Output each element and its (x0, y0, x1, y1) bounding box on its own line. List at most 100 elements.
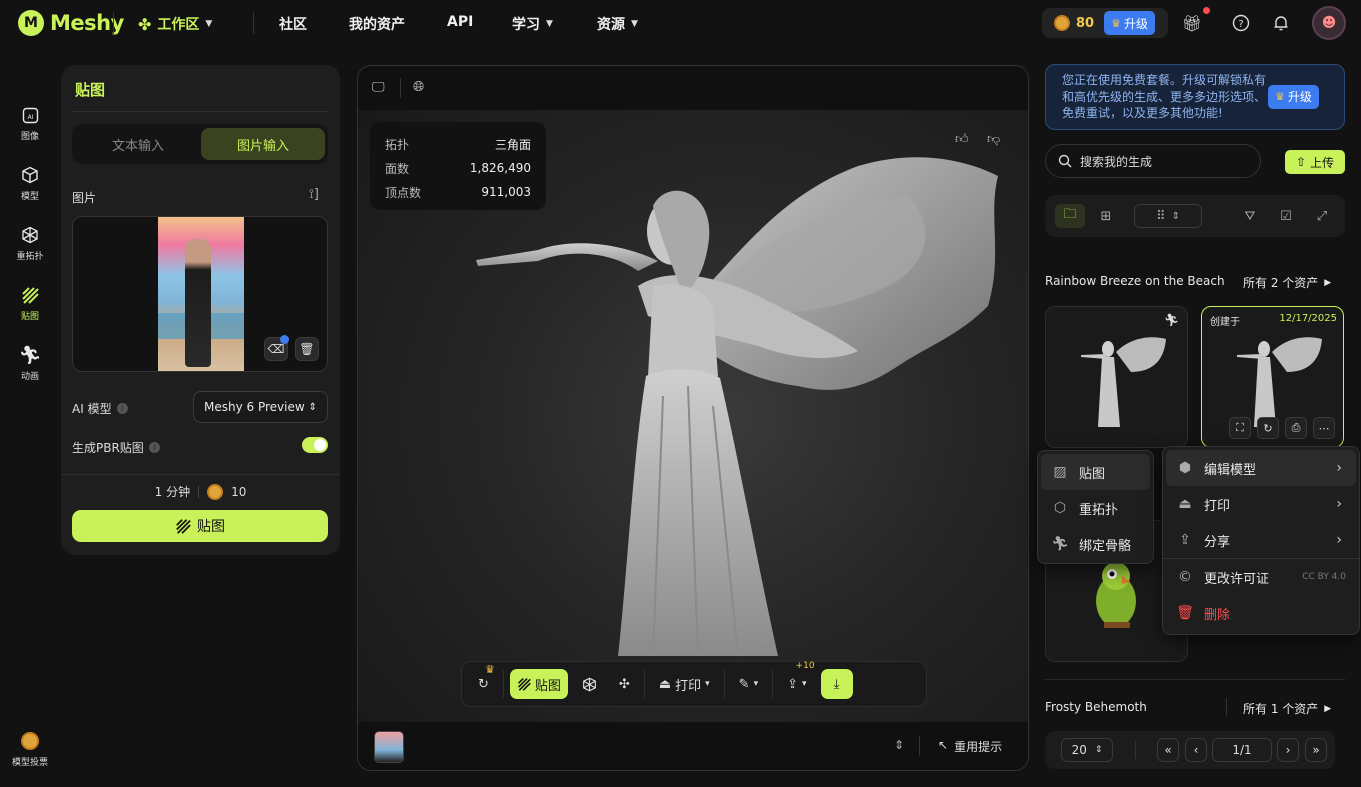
density-select[interactable]: ⠿ ⇕ (1134, 204, 1202, 228)
rig-icon: ✣ (618, 676, 630, 692)
page-indicator[interactable]: 1/1 (1212, 738, 1272, 762)
info-icon[interactable]: i (148, 442, 160, 453)
chevron-down-icon: ▼ (631, 19, 638, 29)
checkbox-icon: ☑ (1280, 208, 1292, 224)
filter-button[interactable]: ⛛ (1239, 204, 1261, 228)
rail-item-animation[interactable]: 🏃︎ 动画 (0, 344, 60, 383)
upgrade-button[interactable]: ♛ 升级 (1104, 11, 1155, 35)
nav-workspace[interactable]: ✤ 工作区 ▼ (138, 14, 212, 34)
menu-item-print[interactable]: ⏏ 打印 › (1166, 486, 1356, 522)
banner-upgrade-button[interactable]: ♛ 升级 (1268, 85, 1319, 109)
rail-item-model[interactable]: 模型 (0, 164, 60, 202)
asset-context-menu: ⬢ 编辑模型 › ⏏ 打印 › ⇪ 分享 › © 更改许可证 CC BY 4.0… (1162, 446, 1360, 635)
refresh-icon[interactable]: ↻ (1257, 417, 1279, 439)
gift-icon[interactable]: 🎁︎ (1182, 13, 1202, 33)
crown-icon: ♛ (485, 663, 495, 676)
next-page-button[interactable]: › (1277, 738, 1299, 762)
created-label: 创建于 (1210, 317, 1240, 328)
toolbar-print-button[interactable]: ⏏ 打印 ▾ (651, 669, 718, 699)
group-all-assets-link[interactable]: 所有 2 个资产 ▶ (1243, 274, 1331, 291)
prompt-thumbnail[interactable] (374, 731, 404, 763)
help-icon[interactable]: ? (1231, 13, 1251, 33)
select-button[interactable]: ☑ (1275, 204, 1297, 228)
page-size-select[interactable]: 20 ⇕ (1061, 738, 1113, 762)
user-avatar[interactable]: ☻ (1312, 6, 1346, 40)
premium-badge (280, 335, 289, 344)
rail-item-retopology[interactable]: 重拓扑 (0, 224, 60, 262)
stat-row: 拓扑 三角面 (385, 132, 531, 156)
meshy-logo[interactable]: M Meshy (18, 10, 124, 36)
more-icon[interactable]: ⋯ (1313, 417, 1335, 439)
toolbar-texture-button[interactable]: 贴图 (509, 669, 568, 699)
menu-item-share[interactable]: ⇪ 分享 › (1166, 522, 1356, 558)
chevron-updown-icon[interactable]: ⇕ (894, 738, 904, 752)
menu-item-edit-model[interactable]: ⬢ 编辑模型 › (1166, 450, 1356, 486)
caret-right-icon: ▶ (1324, 277, 1332, 288)
toolbar-retopology-button[interactable] (574, 669, 605, 699)
pbr-toggle[interactable] (302, 437, 328, 453)
tab-text-input[interactable]: 文本输入 (76, 128, 200, 160)
license-icon: © (1178, 569, 1192, 585)
upload-button[interactable]: ⇧ 上传 (1285, 150, 1345, 174)
thumbs-up-icon[interactable]: 👍︎ (955, 132, 969, 147)
thumbs-down-icon[interactable]: 👎︎ (987, 132, 1000, 147)
group-all-assets-link[interactable]: 所有 1 个资产 ▶ (1243, 700, 1331, 717)
download-button[interactable]: ⤓ (820, 669, 853, 699)
nav-api[interactable]: API (447, 14, 473, 30)
rig-icon[interactable]: ⛶ (1229, 417, 1251, 439)
submenu-item-retopology[interactable]: ⬡ 重拓扑 (1041, 490, 1150, 526)
toolbar-brush-button[interactable]: ✎ ▾ (731, 669, 766, 699)
texture-icon: ▨ (1053, 464, 1067, 480)
ai-model-label-text: AI 模型 (72, 402, 112, 416)
last-page-button[interactable]: » (1305, 738, 1327, 762)
fit-icon[interactable]: ⟟] (309, 187, 319, 202)
globe-icon[interactable]: 🌐︎ (413, 79, 424, 95)
info-icon[interactable]: i (116, 403, 128, 414)
asset-card-selected[interactable]: 创建于 12/17/2025 ⛶ ↻ ⎙ ⋯ (1201, 306, 1344, 448)
submenu-item-rig[interactable]: 🏃︎ 绑定骨骼 (1041, 526, 1150, 562)
submenu-item-texture[interactable]: ▨ 贴图 (1041, 454, 1150, 490)
chevron-right-icon: › (1336, 460, 1342, 476)
toolbar-share-button[interactable]: ⇪ ▾ +10 (779, 661, 814, 699)
nav-learn[interactable]: 学习 ▼ (512, 14, 553, 34)
viewer-topbar: 🖵 🌐︎ (358, 66, 1028, 110)
share-icon: ⇪ (787, 676, 799, 692)
rail-item-vote[interactable]: 模型投票 (0, 730, 60, 768)
rail-item-image[interactable]: AI 图像 (0, 104, 60, 142)
grid-view-button[interactable]: ⊞ (1095, 204, 1117, 228)
reuse-prompt-label: 重用提示 (954, 740, 1003, 754)
retopology-icon: ⬡ (1053, 500, 1067, 516)
folder-view-button[interactable]: 🗀 (1055, 204, 1085, 228)
expand-button[interactable]: ⤢ (1311, 204, 1333, 228)
monitor-icon[interactable]: 🖵 (372, 80, 385, 95)
bell-icon[interactable] (1271, 13, 1291, 33)
generate-label: 贴图 (197, 519, 225, 535)
toolbar-rig-button[interactable]: ✣ (611, 669, 638, 699)
ai-model-select[interactable]: Meshy 6 Preview ⇕ (193, 391, 328, 423)
generate-texture-button[interactable]: 贴图 (72, 510, 328, 542)
credits-widget[interactable]: 80 ♛ 升级 (1042, 8, 1168, 38)
trash-icon[interactable]: 🗑︎ (295, 337, 319, 361)
nav-community[interactable]: 社区 (279, 14, 307, 34)
menu-item-delete[interactable]: 🗑︎ 删除 (1166, 595, 1356, 631)
top-nav: M Meshy ✤ 工作区 ▼ 社区 我的资产 API 学习 ▼ 资源 ▼ 80 ♛… (0, 0, 1361, 46)
nav-resources[interactable]: 资源 ▼ (597, 14, 638, 34)
search-input[interactable]: 搜索我的生成 (1045, 144, 1261, 178)
asset-card[interactable]: 🏃︎ (1045, 306, 1188, 448)
reuse-prompt-button[interactable]: ↖ 重用提示 (938, 738, 1002, 755)
retry-button[interactable]: ↻ ♛ (470, 663, 497, 699)
model-viewer[interactable]: 🖵 🌐︎ 拓扑 三角面 面数 1,826,490 顶点数 911,003 👍︎ 👎︎ … (357, 65, 1029, 771)
prev-page-button[interactable]: ‹ (1185, 738, 1207, 762)
rail-item-texture[interactable]: 贴图 (0, 284, 60, 322)
image-upload-box[interactable]: ⌫ 🗑︎ (72, 216, 328, 372)
nav-assets[interactable]: 我的资产 (349, 14, 405, 34)
nav-workspace-label: 工作区 (157, 17, 200, 33)
chevron-down-icon: ▾ (705, 679, 710, 689)
coin-icon (207, 483, 224, 500)
print-icon[interactable]: ⎙ (1285, 417, 1307, 439)
logo-icon: M (18, 10, 44, 36)
first-page-button[interactable]: « (1157, 738, 1179, 762)
rail-label: 重拓扑 (16, 252, 44, 262)
tab-image-input[interactable]: 图片输入 (201, 128, 325, 160)
menu-item-license[interactable]: © 更改许可证 CC BY 4.0 (1166, 559, 1356, 595)
